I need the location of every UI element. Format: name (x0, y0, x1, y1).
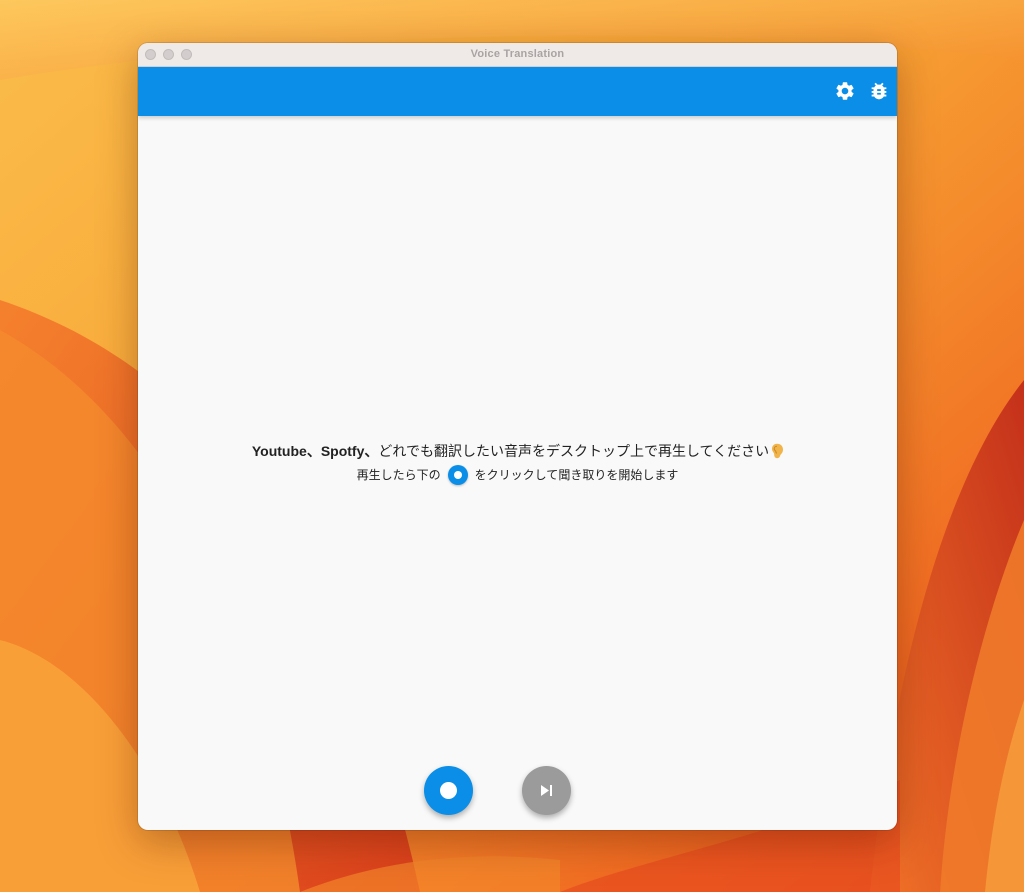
instruction-message: Youtube、Spotfy、どれでも翻訳したい音声をデスクトップ上で再生してく… (138, 441, 897, 485)
instruction-line-2-before: 再生したら下の (356, 468, 441, 482)
main-content: Youtube、Spotfy、どれでも翻訳したい音声をデスクトップ上で再生してく… (138, 116, 897, 830)
record-dot-icon (440, 782, 457, 799)
ear-icon (771, 443, 784, 459)
window-title: Voice Translation (470, 48, 565, 60)
app-window: Voice Translation Youtube、Spotfy、どれでも翻訳し… (138, 43, 897, 830)
instruction-text: どれでも翻訳したい音声をデスクトップ上で再生してください (378, 443, 770, 459)
record-button[interactable] (424, 766, 473, 815)
instruction-line-1: Youtube、Spotfy、どれでも翻訳したい音声をデスクトップ上で再生してく… (138, 441, 897, 461)
bug-icon[interactable] (868, 80, 890, 102)
record-icon (447, 465, 468, 485)
skip-next-icon (541, 785, 552, 796)
skip-next-button[interactable] (522, 766, 571, 815)
gear-icon[interactable] (834, 80, 856, 102)
instruction-apps: Youtube、Spotfy、 (251, 443, 379, 459)
instruction-line-2: 再生したら下の をクリックして聞き取りを開始します (138, 465, 897, 485)
instruction-line-2-after: をクリックして聞き取りを開始します (474, 468, 679, 482)
window-titlebar[interactable]: Voice Translation (138, 43, 897, 67)
app-bar (138, 67, 897, 116)
